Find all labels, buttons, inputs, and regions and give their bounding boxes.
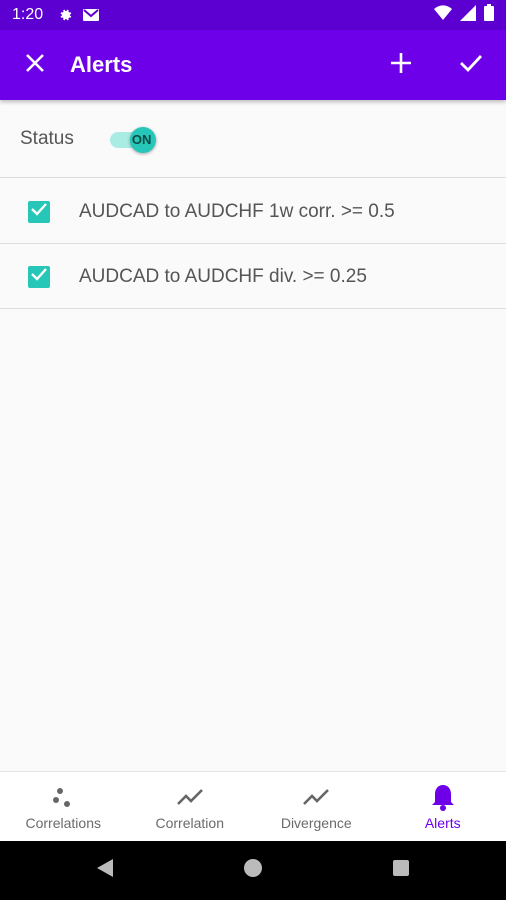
back-triangle-icon bbox=[96, 858, 114, 883]
nav-label: Correlation bbox=[155, 815, 224, 831]
status-setting-row: Status ON bbox=[0, 100, 506, 178]
recents-square-icon bbox=[392, 859, 410, 882]
checkmark-icon bbox=[31, 267, 47, 286]
status-label: Status bbox=[20, 127, 74, 149]
recents-button[interactable] bbox=[327, 859, 475, 882]
close-icon bbox=[25, 53, 45, 78]
wifi-icon bbox=[434, 4, 452, 26]
nav-item-alerts[interactable]: Alerts bbox=[380, 772, 506, 842]
nav-item-correlations[interactable]: Correlations bbox=[0, 772, 127, 842]
list-item[interactable]: AUDCAD to AUDCHF 1w corr. >= 0.5 bbox=[0, 180, 506, 244]
plus-icon bbox=[390, 52, 412, 79]
alert-checkbox[interactable] bbox=[28, 265, 50, 288]
home-circle-icon bbox=[243, 858, 263, 883]
signal-icon bbox=[460, 4, 476, 26]
alert-text[interactable]: AUDCAD to AUDCHF 1w corr. >= 0.5 bbox=[79, 201, 395, 223]
add-alert-button[interactable] bbox=[366, 30, 436, 100]
nav-item-correlation[interactable]: Correlation bbox=[127, 772, 254, 842]
page-title: Alerts bbox=[70, 52, 133, 77]
toggle-text: ON bbox=[131, 131, 152, 147]
check-icon bbox=[459, 53, 483, 78]
back-button[interactable] bbox=[31, 858, 179, 883]
status-toggle[interactable]: ON bbox=[108, 124, 160, 154]
status-bar: 1:20 bbox=[0, 0, 506, 30]
nav-label: Correlations bbox=[25, 815, 101, 831]
app-bar: Alerts bbox=[0, 30, 506, 100]
bell-icon bbox=[431, 783, 455, 811]
nav-item-divergence[interactable]: Divergence bbox=[253, 772, 380, 842]
bottom-navigation: Correlations Correlation Divergence Aler… bbox=[0, 771, 506, 842]
status-time: 1:20 bbox=[12, 6, 44, 23]
trend-line-icon bbox=[303, 783, 330, 811]
trend-line-icon bbox=[176, 783, 203, 811]
list-item[interactable]: AUDCAD to AUDCHF div. >= 0.25 bbox=[0, 245, 506, 309]
confirm-button[interactable] bbox=[436, 30, 506, 100]
dots-icon bbox=[51, 783, 75, 811]
close-button[interactable] bbox=[0, 30, 70, 100]
mail-icon bbox=[83, 8, 100, 22]
nav-label: Divergence bbox=[280, 815, 352, 831]
alert-text[interactable]: AUDCAD to AUDCHF div. >= 0.25 bbox=[79, 266, 367, 288]
gear-icon bbox=[57, 7, 73, 23]
battery-icon bbox=[484, 4, 494, 26]
home-button[interactable] bbox=[179, 858, 327, 883]
system-navigation-bar bbox=[0, 841, 506, 900]
checkmark-icon bbox=[31, 202, 47, 221]
alert-checkbox[interactable] bbox=[28, 200, 50, 223]
nav-label: Alerts bbox=[424, 815, 461, 831]
